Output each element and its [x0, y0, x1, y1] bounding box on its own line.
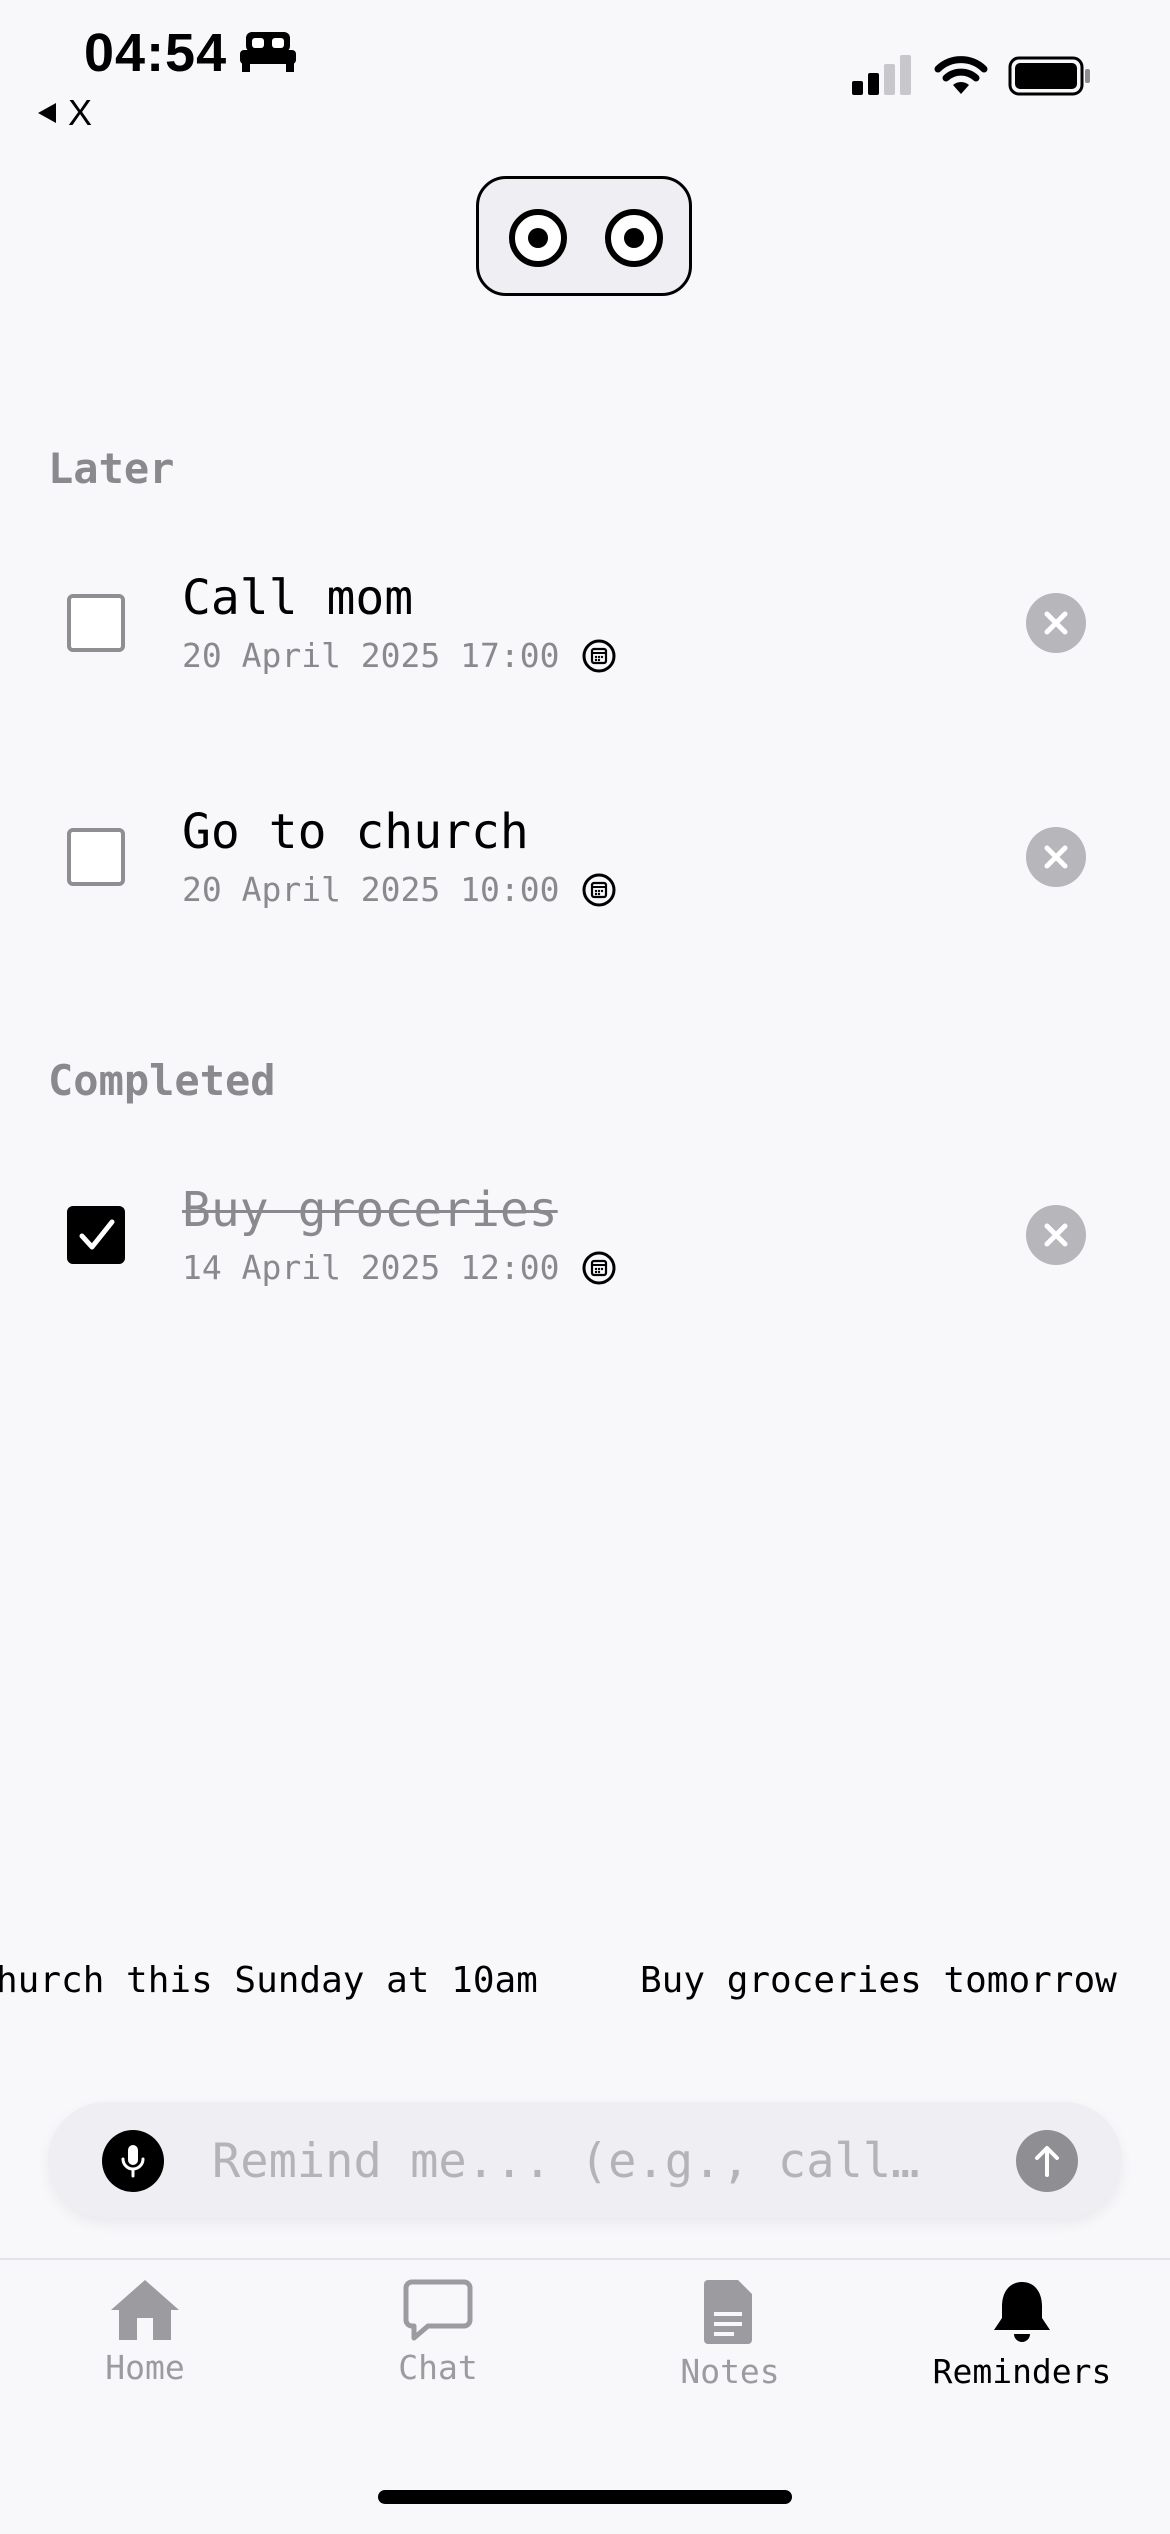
cellular-signal-icon — [852, 55, 911, 95]
calendar-icon[interactable] — [582, 639, 616, 673]
reminder-item: Call mom 20 April 2025 17:00 — [0, 560, 1170, 710]
reminder-item: Go to church 20 April 2025 10:00 — [0, 794, 1170, 944]
tab-label: Chat — [398, 2348, 478, 2387]
delete-reminder-button[interactable] — [1026, 827, 1086, 887]
reminder-input-bar — [48, 2102, 1122, 2218]
status-time: 04:54 — [84, 23, 228, 83]
reminder-title[interactable]: Call mom — [182, 570, 413, 626]
back-link[interactable]: X — [36, 92, 92, 134]
section-title-completed: Completed — [48, 1056, 276, 1105]
reminder-item: Buy groceries 14 April 2025 12:00 — [0, 1172, 1170, 1322]
mascot-eyes-logo — [476, 176, 692, 296]
reminder-datetime: 20 April 2025 10:00 — [182, 870, 560, 909]
arrow-up-icon — [1035, 2146, 1059, 2177]
tab-label: Notes — [680, 2352, 780, 2391]
bed-icon — [240, 32, 296, 72]
tab-label: Reminders — [932, 2352, 1112, 2391]
tab-label: Home — [105, 2348, 185, 2387]
suggestion-chip[interactable]: Buy groceries tomorrow — [640, 1960, 1117, 2001]
reminder-title[interactable]: Go to church — [182, 804, 529, 860]
back-arrow-icon — [38, 103, 56, 123]
reminder-title[interactable]: Buy groceries — [182, 1182, 558, 1238]
chat-bubble-icon — [403, 2279, 473, 2341]
section-title-later: Later — [48, 444, 175, 493]
reminder-datetime: 14 April 2025 12:00 — [182, 1248, 560, 1287]
suggestion-chip[interactable]: hurch this Sunday at 10am — [0, 1960, 538, 2001]
reminder-input[interactable] — [210, 2124, 1014, 2198]
checkmark-icon — [79, 1219, 115, 1250]
delete-reminder-button[interactable] — [1026, 1205, 1086, 1265]
home-indicator — [378, 2490, 792, 2504]
microphone-icon — [121, 2145, 145, 2178]
reminder-datetime: 20 April 2025 17:00 — [182, 636, 560, 675]
tab-notes[interactable]: Notes — [620, 2278, 840, 2391]
left-eye-icon — [509, 209, 567, 267]
reminder-meta: 20 April 2025 17:00 — [182, 636, 616, 675]
tab-reminders[interactable]: Reminders — [912, 2278, 1132, 2391]
bell-icon — [994, 2282, 1050, 2342]
close-icon — [1044, 845, 1068, 869]
reminder-checkbox[interactable] — [67, 828, 125, 886]
document-icon — [704, 2280, 752, 2344]
calendar-icon[interactable] — [582, 1251, 616, 1285]
suggestion-strip[interactable]: hurch this Sunday at 10am Buy groceries … — [0, 1960, 1170, 2020]
tab-chat[interactable]: Chat — [328, 2278, 548, 2387]
right-eye-icon — [605, 209, 663, 267]
microphone-button[interactable] — [102, 2130, 164, 2192]
reminder-meta: 14 April 2025 12:00 — [182, 1248, 616, 1287]
reminder-meta: 20 April 2025 10:00 — [182, 870, 616, 909]
tab-home[interactable]: Home — [35, 2278, 255, 2387]
close-icon — [1044, 611, 1068, 635]
battery-icon — [1008, 56, 1090, 96]
reminder-checkbox-checked[interactable] — [67, 1206, 125, 1264]
house-icon — [111, 2280, 179, 2340]
delete-reminder-button[interactable] — [1026, 593, 1086, 653]
send-button[interactable] — [1016, 2130, 1078, 2192]
calendar-icon[interactable] — [582, 873, 616, 907]
back-link-label: X — [68, 92, 93, 133]
reminder-checkbox[interactable] — [67, 594, 125, 652]
close-icon — [1044, 1223, 1068, 1247]
wifi-icon — [934, 56, 988, 94]
